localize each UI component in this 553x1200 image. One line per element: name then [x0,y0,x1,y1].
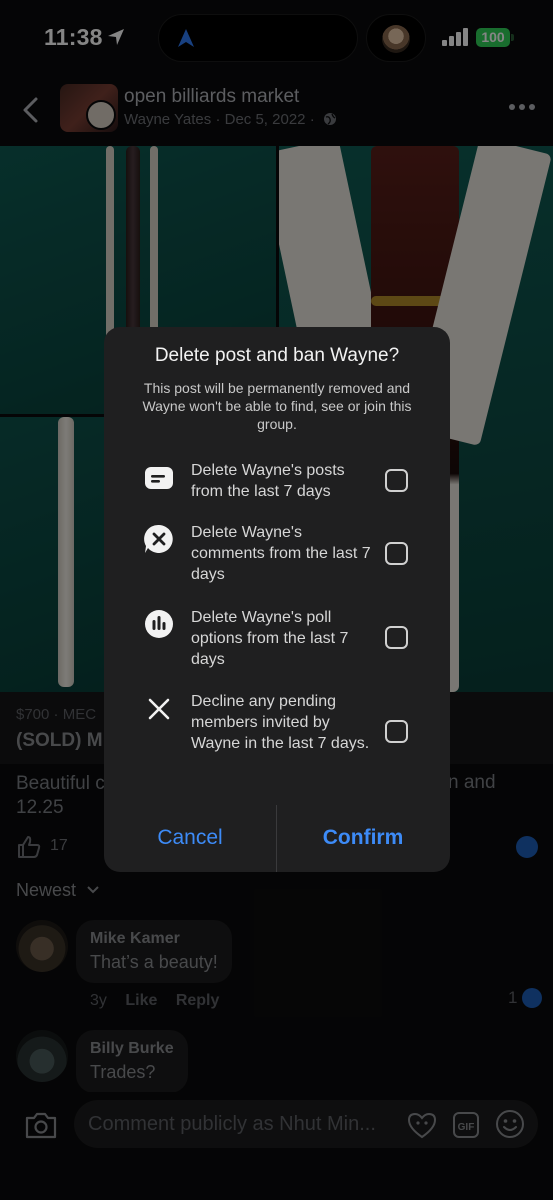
option-checkbox[interactable] [385,626,408,649]
option-checkbox[interactable] [385,720,408,743]
ban-confirmation-dialog: Delete post and ban Wayne? This post wil… [104,327,450,872]
poll-icon [145,610,173,638]
option-checkbox[interactable] [385,542,408,565]
dialog-message: This post will be permanently removed an… [142,380,412,432]
option-checkbox[interactable] [385,469,408,492]
cancel-button[interactable]: Cancel [104,809,276,867]
option-label: Delete Wayne's posts from the last 7 day… [191,462,345,500]
post-icon [145,467,173,489]
option-label: Delete Wayne's comments from the last 7 … [191,524,371,583]
dialog-title: Delete post and ban Wayne? [154,345,400,366]
divider [104,805,450,806]
option-label: Delete Wayne's poll options from the las… [191,609,349,668]
comment-x-icon [144,524,173,553]
option-label: Decline any pending members invited by W… [191,693,370,752]
close-icon [148,698,170,720]
confirm-button[interactable]: Confirm [277,809,449,867]
